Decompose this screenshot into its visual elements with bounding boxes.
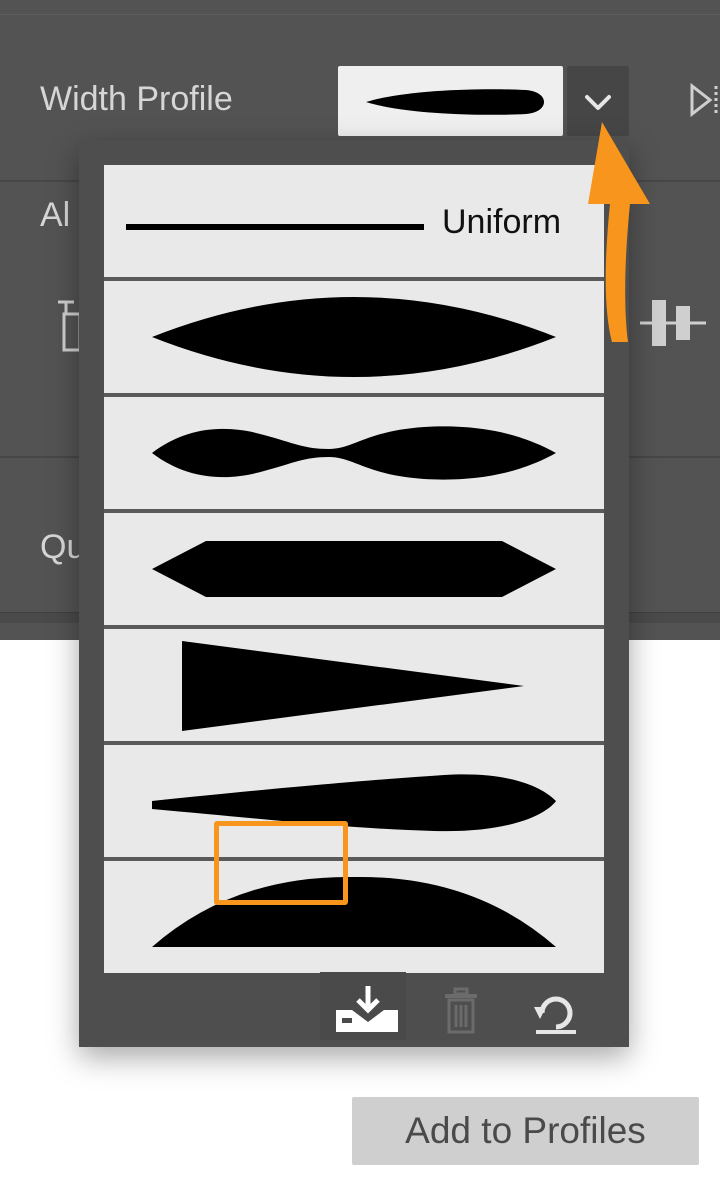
align-stroke-icon[interactable] xyxy=(50,300,82,352)
reset-profiles-button[interactable] xyxy=(532,985,580,1035)
profile-item-double-lens[interactable] xyxy=(104,397,604,509)
profile-item-asymmetric-lens[interactable] xyxy=(104,745,604,857)
profile-item-taper[interactable] xyxy=(104,629,604,741)
add-to-profiles-button[interactable] xyxy=(320,972,406,1040)
profile-actions-bar xyxy=(79,967,629,1047)
asymmetric-lens-profile-shape xyxy=(152,774,556,832)
align-label-partial: Al xyxy=(40,196,71,234)
profile-item-hexagon[interactable] xyxy=(104,513,604,625)
panel-divider-top xyxy=(0,14,720,15)
reset-icon xyxy=(534,996,576,1034)
add-to-profiles-highlight xyxy=(214,821,348,905)
hexagon-profile-shape xyxy=(152,541,556,597)
half-round-profile-shape xyxy=(152,876,556,947)
delete-profile-button[interactable] xyxy=(441,985,481,1035)
profile-item-uniform[interactable]: Uniform xyxy=(104,165,604,277)
profile-item-label: Uniform xyxy=(442,203,562,241)
profile-item-half-round[interactable] xyxy=(104,861,604,973)
current-profile-shape xyxy=(366,89,544,115)
save-download-icon xyxy=(336,986,398,1032)
add-to-profiles-tooltip: Add to Profiles xyxy=(352,1097,699,1165)
profile-list: Uniform xyxy=(104,165,604,973)
width-profile-dropdown: Uniform xyxy=(79,140,629,1047)
expand-triangle-icon[interactable] xyxy=(686,80,720,120)
trash-icon xyxy=(445,987,477,1034)
orange-arrow-annotation xyxy=(588,122,650,342)
profile-item-lens[interactable] xyxy=(104,281,604,393)
taper-profile-shape xyxy=(182,641,524,731)
width-profile-preview[interactable] xyxy=(338,66,563,136)
lens-profile-shape xyxy=(152,297,556,377)
double-lens-profile-shape xyxy=(152,426,556,480)
width-profile-label: Width Profile xyxy=(40,80,233,118)
